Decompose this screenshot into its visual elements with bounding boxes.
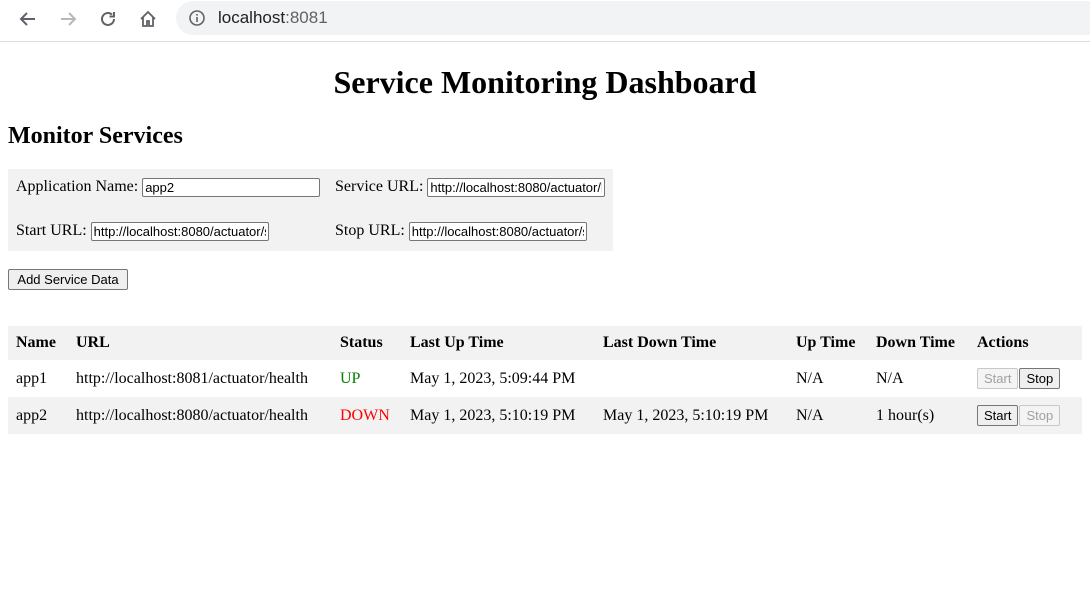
table-row: app1 http://localhost:8081/actuator/heal… bbox=[8, 360, 1082, 397]
service-form: Application Name: Service URL: Start URL… bbox=[8, 169, 613, 251]
header-last-up-time: Last Up Time bbox=[410, 334, 504, 351]
info-icon[interactable] bbox=[188, 9, 206, 27]
cell-url: http://localhost:8081/actuator/health bbox=[76, 369, 308, 387]
cell-last-up-time: May 1, 2023, 5:09:44 PM bbox=[410, 369, 576, 387]
url-port: :8081 bbox=[285, 8, 328, 27]
app-name-label: Application Name: bbox=[16, 178, 139, 195]
cell-last-down-time bbox=[595, 360, 788, 397]
app-name-field: Application Name: bbox=[16, 177, 321, 197]
header-down-time: Down Time bbox=[876, 334, 955, 351]
table-row: app2 http://localhost:8080/actuator/heal… bbox=[8, 397, 1082, 434]
header-name: Name bbox=[16, 334, 56, 351]
add-service-button[interactable]: Add Service Data bbox=[8, 269, 128, 290]
cell-last-up-time: May 1, 2023, 5:10:19 PM bbox=[410, 406, 576, 424]
home-icon[interactable] bbox=[135, 6, 161, 32]
forward-arrow-icon[interactable] bbox=[55, 6, 81, 32]
stop-button[interactable]: Stop bbox=[1019, 405, 1061, 426]
start-button[interactable]: Start bbox=[977, 405, 1019, 426]
service-url-input[interactable] bbox=[427, 177, 606, 197]
services-table: Name URL Status Last Up Time Last Down T… bbox=[8, 326, 1082, 434]
browser-toolbar: localhost:8081 bbox=[0, 0, 1090, 42]
stop-button[interactable]: Stop bbox=[1019, 368, 1061, 389]
stop-url-label: Stop URL: bbox=[335, 222, 405, 239]
cell-actions: Start Stop bbox=[969, 360, 1082, 397]
stop-url-field: Stop URL: bbox=[335, 221, 587, 241]
start-url-label: Start URL: bbox=[16, 222, 87, 239]
start-url-input[interactable] bbox=[90, 221, 269, 241]
url-host: localhost bbox=[218, 8, 286, 27]
address-bar[interactable]: localhost:8081 bbox=[176, 1, 1090, 35]
cell-actions: Start Stop bbox=[969, 397, 1082, 434]
back-arrow-icon[interactable] bbox=[15, 6, 41, 32]
status-badge: UP bbox=[340, 369, 361, 387]
cell-name: app2 bbox=[16, 406, 48, 424]
cell-up-time: N/A bbox=[796, 406, 824, 424]
cell-name: app1 bbox=[16, 369, 48, 387]
section-heading: Monitor Services bbox=[8, 123, 183, 149]
stop-url-input[interactable] bbox=[408, 221, 587, 241]
header-status: Status bbox=[340, 334, 383, 351]
header-url: URL bbox=[76, 334, 110, 351]
start-button[interactable]: Start bbox=[977, 368, 1019, 389]
page-title: Service Monitoring Dashboard bbox=[333, 64, 757, 100]
cell-last-down-time: May 1, 2023, 5:10:19 PM bbox=[603, 406, 769, 424]
cell-url: http://localhost:8080/actuator/health bbox=[76, 406, 308, 424]
cell-up-time: N/A bbox=[796, 369, 824, 387]
header-up-time: Up Time bbox=[796, 334, 856, 351]
header-last-down-time: Last Down Time bbox=[603, 334, 717, 351]
status-badge: DOWN bbox=[340, 406, 390, 424]
reload-icon[interactable] bbox=[95, 6, 121, 32]
table-header-row: Name URL Status Last Up Time Last Down T… bbox=[8, 326, 1082, 360]
service-url-field: Service URL: bbox=[335, 177, 606, 197]
service-url-label: Service URL: bbox=[335, 178, 424, 195]
header-actions: Actions bbox=[977, 334, 1029, 351]
start-url-field: Start URL: bbox=[16, 221, 269, 241]
cell-down-time: N/A bbox=[876, 369, 904, 387]
url-text[interactable]: localhost:8081 bbox=[218, 8, 328, 28]
app-name-input[interactable] bbox=[142, 177, 321, 197]
cell-down-time: 1 hour(s) bbox=[876, 406, 935, 424]
